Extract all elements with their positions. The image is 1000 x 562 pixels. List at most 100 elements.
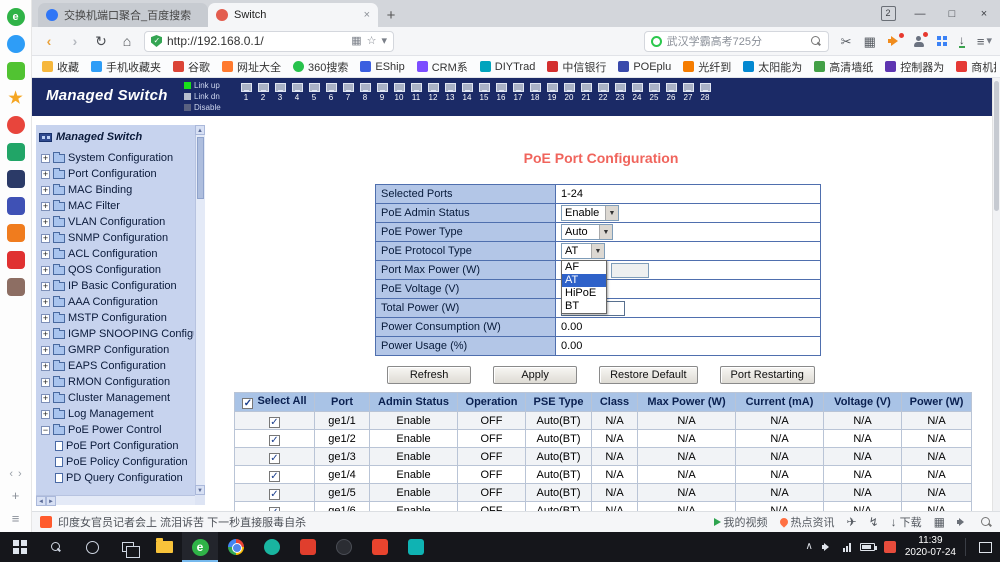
page-scrollbar[interactable]: [992, 78, 1000, 511]
dropdown-option[interactable]: BT: [562, 300, 606, 313]
tree-expand-icon[interactable]: [41, 394, 50, 403]
tree-expand-icon[interactable]: [41, 330, 50, 339]
tray-expand-icon[interactable]: ∧: [806, 542, 813, 552]
action-button[interactable]: Port Restarting: [720, 366, 815, 384]
messenger-icon[interactable]: [7, 35, 25, 53]
action-button[interactable]: Restore Default: [599, 366, 697, 384]
notes-app-icon[interactable]: [7, 143, 25, 161]
bookmark-item[interactable]: 手机收藏夹: [85, 56, 167, 78]
browser-taskbar-button[interactable]: e: [182, 532, 218, 562]
action-center-icon[interactable]: [979, 542, 992, 553]
tree-expand-icon[interactable]: [41, 266, 50, 275]
tab-count-button[interactable]: 2: [872, 0, 904, 27]
task-view-button[interactable]: [110, 532, 146, 562]
extensions-grid-icon[interactable]: ▦: [864, 35, 876, 48]
tree-expand-icon[interactable]: [41, 170, 50, 179]
port-indicator[interactable]: 28: [699, 83, 711, 102]
port-indicator[interactable]: 1: [240, 83, 252, 102]
tab-close-icon[interactable]: ×: [364, 9, 370, 21]
docs-app-icon[interactable]: [7, 197, 25, 215]
tree-expand-icon[interactable]: [41, 378, 50, 387]
port-indicator[interactable]: 22: [597, 83, 609, 102]
tab-switch[interactable]: Switch ×: [208, 3, 378, 27]
row-select-cell[interactable]: [235, 466, 315, 484]
tree-expand-icon[interactable]: [41, 282, 50, 291]
port-indicator[interactable]: 11: [410, 83, 422, 102]
scroll-left-icon[interactable]: ◄: [36, 496, 46, 506]
bookmark-item[interactable]: 谷歌: [167, 56, 216, 78]
select-all-checkbox[interactable]: [242, 398, 253, 409]
bookmark-item[interactable]: EShip: [354, 56, 410, 78]
shop-app-icon[interactable]: [7, 224, 25, 242]
hot-news-button[interactable]: 热点资讯: [780, 514, 835, 530]
dropdown-option[interactable]: HiPoE: [562, 287, 606, 300]
nav-tree-item[interactable]: Cluster Management: [39, 390, 194, 406]
nav-root-item[interactable]: Managed Switch: [39, 128, 194, 146]
dock-forward-icon[interactable]: ›: [18, 468, 22, 480]
search-input[interactable]: 武汉学霸高考725分: [644, 31, 829, 52]
app-button-office[interactable]: [326, 532, 362, 562]
port-indicator[interactable]: 3: [274, 83, 286, 102]
nav-tree-item[interactable]: PoE Policy Configuration: [39, 454, 194, 470]
network-signal-icon[interactable]: [843, 543, 851, 552]
port-indicator[interactable]: 10: [393, 83, 405, 102]
tree-expand-icon[interactable]: [41, 218, 50, 227]
nav-tree-item[interactable]: IGMP SNOOPING Configuratio: [39, 326, 194, 342]
news-app-icon[interactable]: [7, 116, 25, 134]
protocol-type-select[interactable]: AT ▼: [561, 243, 605, 259]
row-select-cell[interactable]: [235, 412, 315, 430]
admin-status-select[interactable]: Enable ▼: [561, 205, 619, 221]
port-indicator[interactable]: 15: [478, 83, 490, 102]
power-type-select[interactable]: Auto ▼: [561, 224, 613, 240]
nav-tree-item[interactable]: PD Query Configuration: [39, 470, 194, 486]
row-select-cell[interactable]: [235, 430, 315, 448]
start-button[interactable]: [2, 532, 38, 562]
action-button[interactable]: Refresh: [387, 366, 471, 384]
bookmark-item[interactable]: POEplu: [612, 56, 677, 78]
bookmark-item[interactable]: 太阳能为: [737, 56, 808, 78]
row-select-cell[interactable]: [235, 502, 315, 512]
browser-logo-icon[interactable]: e: [7, 8, 25, 26]
home-icon[interactable]: ⌂: [118, 34, 136, 48]
video-app-icon[interactable]: [7, 170, 25, 188]
layout-grid-icon[interactable]: ▦: [934, 516, 945, 528]
page-search-icon[interactable]: [981, 517, 992, 528]
battery-icon[interactable]: [860, 543, 875, 551]
volume-icon[interactable]: [822, 542, 834, 552]
nav-tree-item[interactable]: Log Management: [39, 406, 194, 422]
port-indicator[interactable]: 27: [682, 83, 694, 102]
scroll-down-icon[interactable]: ▼: [195, 485, 205, 495]
app-button-notes[interactable]: [398, 532, 434, 562]
tree-expand-icon[interactable]: [41, 202, 50, 211]
news-headline[interactable]: 印度女官员记者会上 流泪诉苦 下一秒直接服毒自杀: [58, 514, 306, 530]
port-indicator[interactable]: 23: [614, 83, 626, 102]
port-indicator[interactable]: 14: [461, 83, 473, 102]
cortana-button[interactable]: [74, 532, 110, 562]
scroll-thumb[interactable]: [197, 137, 204, 199]
tree-expand-icon[interactable]: [41, 234, 50, 243]
port-indicator[interactable]: 17: [512, 83, 524, 102]
forward-icon[interactable]: ›: [66, 34, 84, 48]
refresh-icon[interactable]: ↻: [92, 34, 110, 48]
nav-vertical-scrollbar[interactable]: ▲ ▼: [195, 125, 205, 495]
port-indicator[interactable]: 26: [665, 83, 677, 102]
reader-grid-icon[interactable]: ▦: [351, 36, 361, 47]
port-indicator[interactable]: 18: [529, 83, 541, 102]
dock-back-icon[interactable]: ‹: [9, 468, 13, 480]
nav-tree-item[interactable]: GMRP Configuration: [39, 342, 194, 358]
maximize-button[interactable]: □: [936, 0, 968, 27]
nav-tree-item[interactable]: IP Basic Configuration: [39, 278, 194, 294]
account-icon[interactable]: [913, 35, 925, 47]
announcement-icon[interactable]: [888, 36, 901, 47]
scroll-right-icon[interactable]: ►: [46, 496, 56, 506]
app-button-docs[interactable]: [290, 532, 326, 562]
row-checkbox[interactable]: [269, 435, 280, 446]
bookmark-item[interactable]: 收藏: [36, 56, 85, 78]
taskbar-search-button[interactable]: [38, 532, 74, 562]
port-indicator[interactable]: 8: [359, 83, 371, 102]
bookmark-item[interactable]: 中信银行: [541, 56, 612, 78]
browser-menu-icon[interactable]: ≡ ▾: [977, 35, 992, 48]
port-indicator[interactable]: 13: [444, 83, 456, 102]
bookmark-item[interactable]: 360搜索: [287, 56, 354, 78]
nav-tree-item[interactable]: SNMP Configuration: [39, 230, 194, 246]
